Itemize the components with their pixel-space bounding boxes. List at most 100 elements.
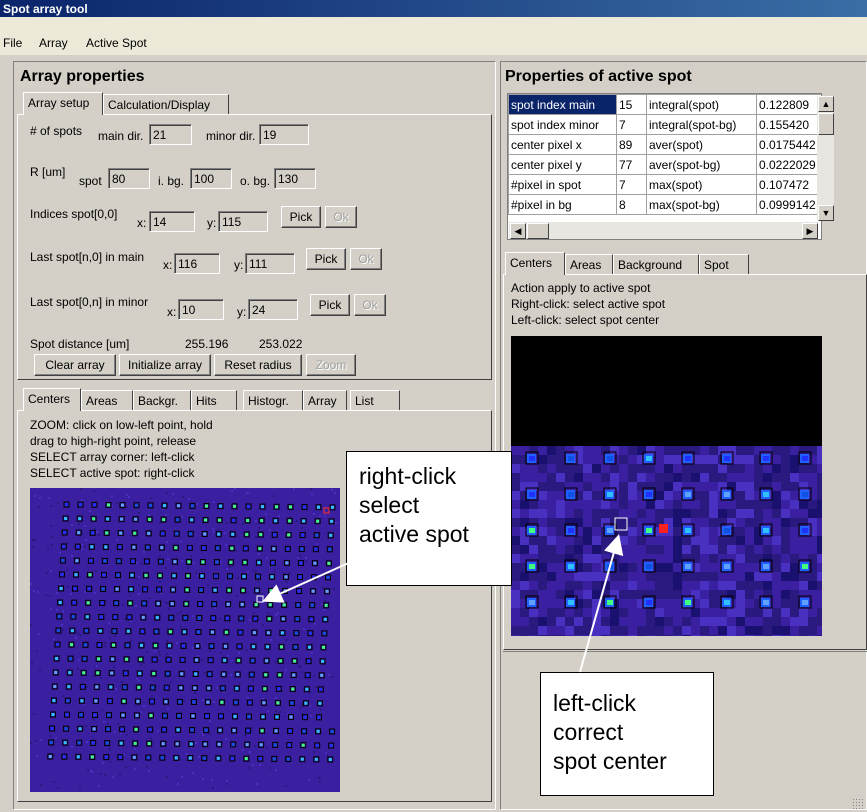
last-minor-y-field[interactable]: 24 <box>248 299 298 320</box>
scroll-down-icon[interactable]: ▼ <box>818 205 834 221</box>
zoom-image[interactable] <box>511 446 822 636</box>
pick-minor-button[interactable]: Pick <box>310 294 350 316</box>
last-main-x-label: x: <box>163 258 173 272</box>
last-minor-label: Last spot[0,n] in minor <box>30 295 149 309</box>
spot-radius-field[interactable]: 80 <box>108 168 150 189</box>
tab-array-setup[interactable]: Array setup <box>23 92 103 115</box>
properties-row[interactable]: center pixel y 77 aver(spot-bg) 0.0222029 <box>508 154 821 175</box>
properties-cell[interactable]: 15 <box>616 94 647 115</box>
indices-y-field[interactable]: 115 <box>218 211 268 232</box>
menu-active-spot[interactable]: Active Spot <box>86 36 147 50</box>
properties-cell[interactable]: 0.0175442 <box>756 134 821 155</box>
tab-spot-areas[interactable]: Areas <box>565 254 613 275</box>
properties-grid: spot index main 15 integral(spot) 0.122809 s… <box>507 93 822 240</box>
array-image[interactable] <box>30 488 340 792</box>
indices-x-label: x: <box>137 216 147 230</box>
reset-radius-button[interactable]: Reset radius <box>214 354 302 376</box>
properties-cell[interactable]: max(spot) <box>646 174 757 195</box>
tab-hits[interactable]: Hits <box>191 390 237 411</box>
last-minor-x-label: x: <box>167 305 177 319</box>
properties-cell[interactable]: 0.122809 <box>756 94 821 115</box>
zoom-button[interactable]: Zoom <box>306 354 356 376</box>
last-main-label: Last spot[n,0] in main <box>30 250 145 264</box>
properties-row[interactable]: spot index minor 7 integral(spot-bg) 0.1554… <box>508 114 821 135</box>
properties-cell[interactable]: 0.107472 <box>756 174 821 195</box>
properties-cell[interactable]: integral(spot-bg) <box>646 114 757 135</box>
properties-cell[interactable]: 7 <box>616 174 647 195</box>
tab-list[interactable]: List <box>350 390 400 411</box>
properties-cell[interactable]: center pixel y <box>508 154 617 175</box>
ok-main-button[interactable]: Ok <box>350 248 382 270</box>
last-minor-x-field[interactable]: 10 <box>178 299 224 320</box>
clear-array-button[interactable]: Clear array <box>34 354 116 376</box>
grid-hscrollbar[interactable] <box>509 222 818 239</box>
properties-cell[interactable]: aver(spot) <box>646 134 757 155</box>
resize-grip[interactable] <box>852 798 864 810</box>
array-properties-title: Array properties <box>20 68 145 85</box>
properties-cell[interactable]: spot index minor <box>508 114 617 135</box>
scroll-right-icon[interactable]: ▶ <box>802 223 818 239</box>
properties-cell[interactable]: center pixel x <box>508 134 617 155</box>
properties-row[interactable]: #pixel in spot 7 max(spot) 0.107472 <box>508 174 821 195</box>
centers-help-2: drag to high-right point, release <box>30 434 197 448</box>
properties-cell[interactable]: spot index main <box>508 94 617 115</box>
active-spot-title: Properties of active spot <box>505 68 692 85</box>
tab-spot-background[interactable]: Background <box>613 254 699 275</box>
tab-histogr[interactable]: Histogr. <box>243 390 303 411</box>
properties-cell[interactable]: 7 <box>616 114 647 135</box>
scroll-thumb[interactable] <box>818 113 834 135</box>
properties-cell[interactable]: aver(spot-bg) <box>646 154 757 175</box>
properties-row[interactable]: center pixel x 89 aver(spot) 0.0175442 <box>508 134 821 155</box>
minor-dir-field[interactable]: 19 <box>259 124 309 145</box>
properties-cell[interactable]: 0.155420 <box>756 114 821 135</box>
tab-spot-spot[interactable]: Spot <box>699 254 749 275</box>
spot-distance-minor: 253.022 <box>259 337 303 351</box>
spot-distance-main: 255.196 <box>185 337 229 351</box>
tab-centers[interactable]: Centers <box>23 388 81 411</box>
scroll-hthumb[interactable] <box>527 223 549 239</box>
pick-indices-button[interactable]: Pick <box>281 206 321 228</box>
tab-backgr[interactable]: Backgr. <box>133 390 191 411</box>
pick-main-button[interactable]: Pick <box>306 248 346 270</box>
window-title: Spot array tool <box>3 2 88 16</box>
properties-cell[interactable]: 8 <box>616 194 647 215</box>
spot-radius-label: spot <box>79 174 102 188</box>
scroll-up-icon[interactable]: ▲ <box>818 96 834 112</box>
properties-cell[interactable]: max(spot-bg) <box>646 194 757 215</box>
callout-right-line-3: active spot <box>359 521 469 547</box>
tab-areas[interactable]: Areas <box>81 390 133 411</box>
properties-row[interactable]: spot index main 15 integral(spot) 0.122809 <box>508 94 821 115</box>
spot-help-1: Action apply to active spot <box>511 281 651 295</box>
properties-row[interactable]: #pixel in bg 8 max(spot-bg) 0.0999142 <box>508 194 821 215</box>
properties-cell[interactable]: #pixel in spot <box>508 174 617 195</box>
properties-cell[interactable]: integral(spot) <box>646 94 757 115</box>
menu-array[interactable]: Array <box>39 36 68 50</box>
outer-bg-label: o. bg. <box>240 174 271 188</box>
main-dir-field[interactable]: 21 <box>149 124 192 145</box>
last-main-x-field[interactable]: 116 <box>174 253 220 274</box>
menu-file[interactable]: File <box>3 36 22 50</box>
properties-cell[interactable]: 0.0222029 <box>756 154 821 175</box>
main-dir-label: main dir. <box>98 129 144 143</box>
callout-left-line-3: spot center <box>553 748 667 774</box>
spot-help-3: Left-click: select spot center <box>511 313 660 327</box>
properties-cell[interactable]: 89 <box>616 134 647 155</box>
tab-spot-centers[interactable]: Centers <box>505 252 565 275</box>
centers-help-4: SELECT active spot: right-click <box>30 466 195 480</box>
indices-x-field[interactable]: 14 <box>149 211 195 232</box>
ok-minor-button[interactable]: Ok <box>354 294 386 316</box>
tab-array[interactable]: Array <box>303 390 347 411</box>
ok-indices-button[interactable]: Ok <box>325 206 357 228</box>
centers-help-3: SELECT array corner: left-click <box>30 450 195 464</box>
initialize-array-button[interactable]: Initialize array <box>119 354 211 376</box>
scroll-left-icon[interactable]: ◀ <box>510 223 526 239</box>
properties-cell[interactable]: 77 <box>616 154 647 175</box>
tab-calculation-display[interactable]: Calculation/Display <box>103 94 229 115</box>
outer-bg-field[interactable]: 130 <box>274 168 316 189</box>
inner-bg-field[interactable]: 100 <box>190 168 232 189</box>
last-main-y-field[interactable]: 111 <box>245 253 295 274</box>
properties-cell[interactable]: #pixel in bg <box>508 194 617 215</box>
properties-cell[interactable]: 0.0999142 <box>756 194 821 215</box>
spot-help-2: Right-click: select active spot <box>511 297 666 311</box>
indices-spot-label: Indices spot[0,0] <box>30 207 118 221</box>
